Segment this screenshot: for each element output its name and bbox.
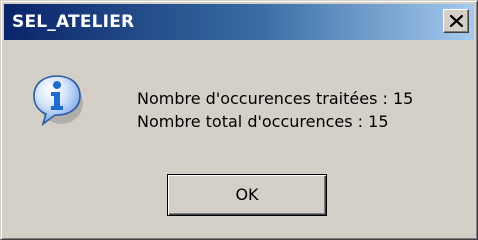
ok-button-label: OK: [235, 185, 259, 204]
close-x-icon: [450, 15, 463, 27]
window-title: SEL_ATELIER: [12, 12, 135, 32]
ok-button[interactable]: OK: [167, 174, 327, 216]
message-text: Nombre d'occurences traitées : 15 Nombre…: [137, 87, 413, 133]
title-bar[interactable]: SEL_ATELIER: [4, 4, 474, 40]
info-icon: [33, 75, 83, 126]
message-line-processed: Nombre d'occurences traitées : 15: [137, 89, 414, 108]
close-button[interactable]: [443, 9, 469, 33]
message-line-total: Nombre total d'occurences : 15: [137, 112, 389, 131]
message-dialog: SEL_ATELIER Nombre d'occurences traitées…: [0, 0, 478, 240]
